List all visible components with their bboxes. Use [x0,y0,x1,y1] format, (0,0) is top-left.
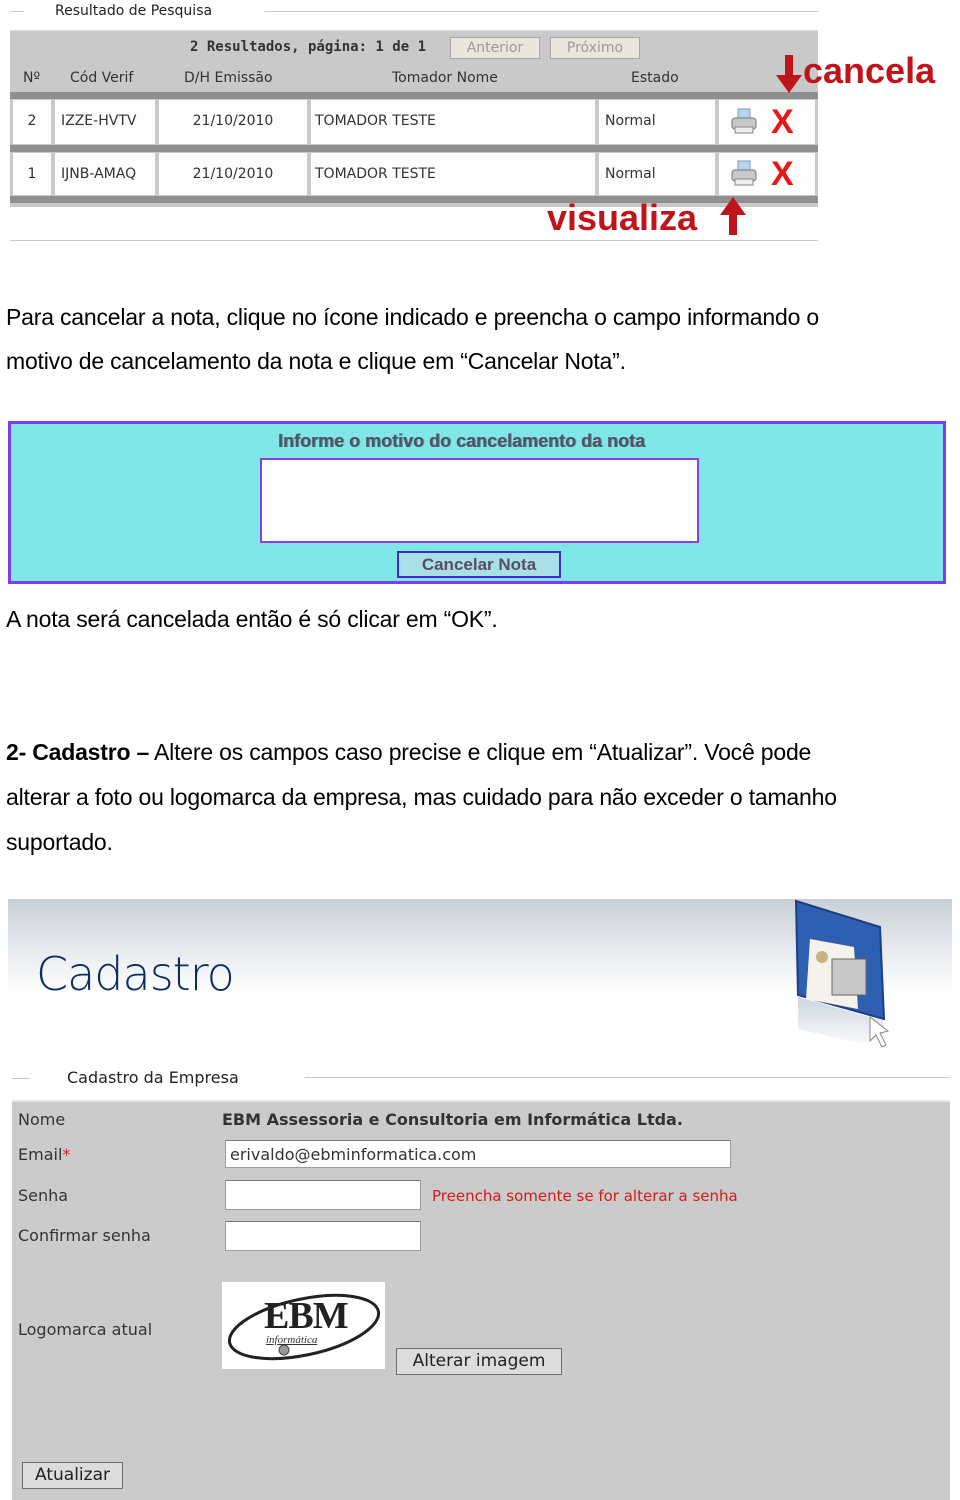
column-header-num: Nº [23,70,41,86]
table-row: 2 IZZE-HVTV 21/10/2010 TOMADOR TESTE Nor… [13,100,815,144]
section-heading-cadastro: 2- Cadastro – [6,739,150,765]
logo-text: EBM [264,1295,349,1337]
instruction-cadastro-line3: suportado. [6,829,113,855]
instruction-cancel-line2: motivo de cancelamento da nota e clique … [6,348,626,374]
column-header-code: Cód Verif [70,70,134,86]
nome-value: EBM Assessoria e Consultoria em Informát… [222,1110,683,1129]
instruction-cadastro-line2: alterar a foto ou logomarca da empresa, … [6,784,837,810]
previous-page-button[interactable]: Anterior [450,37,540,59]
row-separator [10,145,818,152]
nome-label: Nome [18,1110,66,1129]
senha-label: Senha [18,1186,69,1205]
cell-code: IZZE-HVTV [55,100,155,144]
email-input[interactable] [225,1140,731,1168]
required-marker: * [62,1145,71,1164]
arrow-up-icon [720,197,746,235]
printer-icon[interactable] [729,108,759,136]
company-logo-image: EBM informática [222,1282,385,1369]
cancel-x-icon[interactable]: X [771,105,794,139]
cell-estado: Normal [599,153,715,195]
confirmar-senha-input[interactable] [225,1221,421,1251]
cell-code: IJNB-AMAQ [55,153,155,195]
legend-line-left [10,11,24,12]
cell-date: 21/10/2010 [159,153,307,195]
cancel-reason-title: Informe o motivo do cancelamento da nota [278,431,646,451]
cell-actions: X [719,153,815,195]
instruction-cadastro-text: Altere os campos caso precise e clique e… [149,739,812,765]
cell-estado: Normal [599,100,715,144]
column-header-date: D/H Emissão [184,70,273,86]
instruction-cancel-line1: Para cancelar a nota, clique no ícone in… [6,304,819,330]
printer-icon[interactable] [729,160,759,188]
column-header-estado: Estado [631,70,679,86]
cell-num: 1 [13,153,51,195]
legend-line-right [305,1077,950,1078]
column-header-tomador: Tomador Nome [392,70,498,86]
arrow-down-icon [776,55,802,93]
cancel-x-icon[interactable]: X [771,157,794,191]
update-button[interactable]: Atualizar [22,1462,123,1489]
cadastro-legend: Cadastro da Empresa [67,1068,239,1087]
change-image-button[interactable]: Alterar imagem [396,1348,562,1375]
company-form: Nome EBM Assessoria e Consultoria em Inf… [12,1100,950,1500]
logomarca-label: Logomarca atual [18,1320,153,1339]
results-legend: Resultado de Pesquisa [55,3,213,19]
results-bottom-line [10,240,818,241]
senha-hint: Preencha somente se for alterar a senha [432,1187,738,1205]
cancel-note-button[interactable]: Cancelar Nota [397,551,561,578]
next-page-button[interactable]: Próximo [550,37,640,59]
header-separator [10,92,818,99]
table-row: 1 IJNB-AMAQ 21/10/2010 TOMADOR TESTE Nor… [13,153,815,195]
cancel-annotation: cancela [803,50,936,91]
cell-num: 2 [13,100,51,144]
cadastro-title: Cadastro [36,947,235,1001]
legend-line-left [12,1078,30,1079]
instruction-ok: A nota será cancelada então é só clicar … [6,606,498,632]
senha-input[interactable] [225,1180,421,1210]
cell-date: 21/10/2010 [159,100,307,144]
cell-actions: X [719,100,815,144]
cell-tomador: TOMADOR TESTE [311,153,595,195]
logo-subtext: informática [266,1334,318,1346]
email-label: Email* [18,1145,70,1164]
cancel-reason-form: Informe o motivo do cancelamento da nota… [8,421,946,584]
legend-line-right [265,11,818,12]
cell-tomador: TOMADOR TESTE [311,100,595,144]
cancel-reason-textarea[interactable] [260,458,699,543]
cadastro-header: Cadastro [8,899,952,1059]
results-table: 2 Resultados, página: 1 de 1 Anterior Pr… [10,30,818,207]
register-illustration-icon [792,899,902,1054]
view-annotation: visualiza [547,197,698,238]
confirmar-senha-label: Confirmar senha [18,1226,151,1245]
email-label-text: Email [18,1145,63,1164]
results-summary: 2 Resultados, página: 1 de 1 [190,39,427,55]
instruction-cadastro-line1: 2- Cadastro – Altere os campos caso prec… [6,730,811,775]
